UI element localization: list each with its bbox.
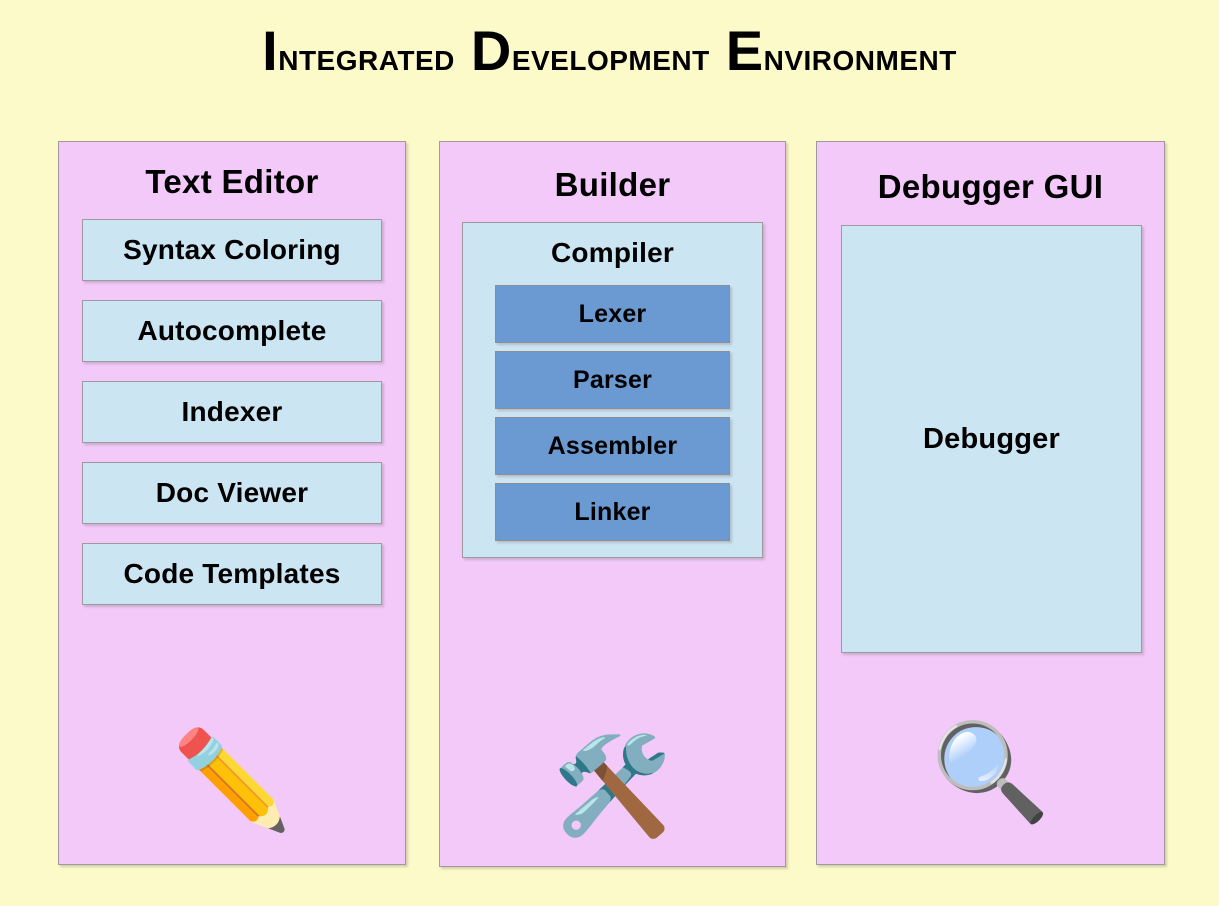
stage-box-assembler[interactable]: Assembler bbox=[495, 417, 730, 475]
feature-box-syntax-coloring[interactable]: Syntax Coloring bbox=[82, 219, 382, 281]
debugger-box[interactable]: Debugger bbox=[841, 225, 1142, 653]
stage-box-lexer[interactable]: Lexer bbox=[495, 285, 730, 343]
feature-box-code-templates[interactable]: Code Templates bbox=[82, 543, 382, 605]
panel-debugger-gui[interactable]: Debugger GUI Debugger 🔍 bbox=[816, 141, 1165, 865]
stage-box-parser[interactable]: Parser bbox=[495, 351, 730, 409]
title-word-3: Environment bbox=[726, 23, 957, 80]
subgroup-title-compiler: Compiler bbox=[551, 237, 674, 268]
title-word-1: Integrated bbox=[262, 23, 455, 80]
title-word-rest: nvironment bbox=[763, 35, 957, 79]
title-word-rest: ntegrated bbox=[278, 35, 455, 79]
title-initial-cap: D bbox=[470, 19, 512, 82]
panel-text-editor[interactable]: Text Editor Syntax Coloring Autocomplete… bbox=[58, 141, 406, 865]
stage-box-linker[interactable]: Linker bbox=[495, 483, 730, 541]
panel-title-builder: Builder bbox=[554, 166, 671, 203]
feature-box-doc-viewer[interactable]: Doc Viewer bbox=[82, 462, 382, 524]
feature-box-autocomplete[interactable]: Autocomplete bbox=[82, 300, 382, 362]
tools-icon: 🛠️ bbox=[552, 730, 673, 842]
feature-box-indexer[interactable]: Indexer bbox=[82, 381, 382, 443]
panel-builder[interactable]: Builder Compiler Lexer Parser Assembler … bbox=[439, 141, 786, 867]
page-title: Integrated Development Environment bbox=[0, 23, 1219, 81]
title-word-2: Development bbox=[471, 23, 710, 80]
title-word-rest: evelopment bbox=[511, 35, 710, 79]
title-initial-cap: I bbox=[262, 19, 279, 82]
feature-list-text-editor: Syntax Coloring Autocomplete Indexer Doc… bbox=[59, 219, 405, 605]
subgroup-compiler[interactable]: Compiler Lexer Parser Assembler Linker bbox=[462, 222, 763, 558]
magnifying-glass-icon: 🔍 bbox=[930, 716, 1051, 828]
panel-title-debugger-gui: Debugger GUI bbox=[877, 168, 1104, 205]
stage-list-compiler: Lexer Parser Assembler Linker bbox=[463, 285, 762, 541]
panel-title-text-editor: Text Editor bbox=[145, 163, 319, 200]
title-initial-cap: E bbox=[725, 19, 764, 82]
pencil-icon: ✏️ bbox=[172, 724, 292, 836]
